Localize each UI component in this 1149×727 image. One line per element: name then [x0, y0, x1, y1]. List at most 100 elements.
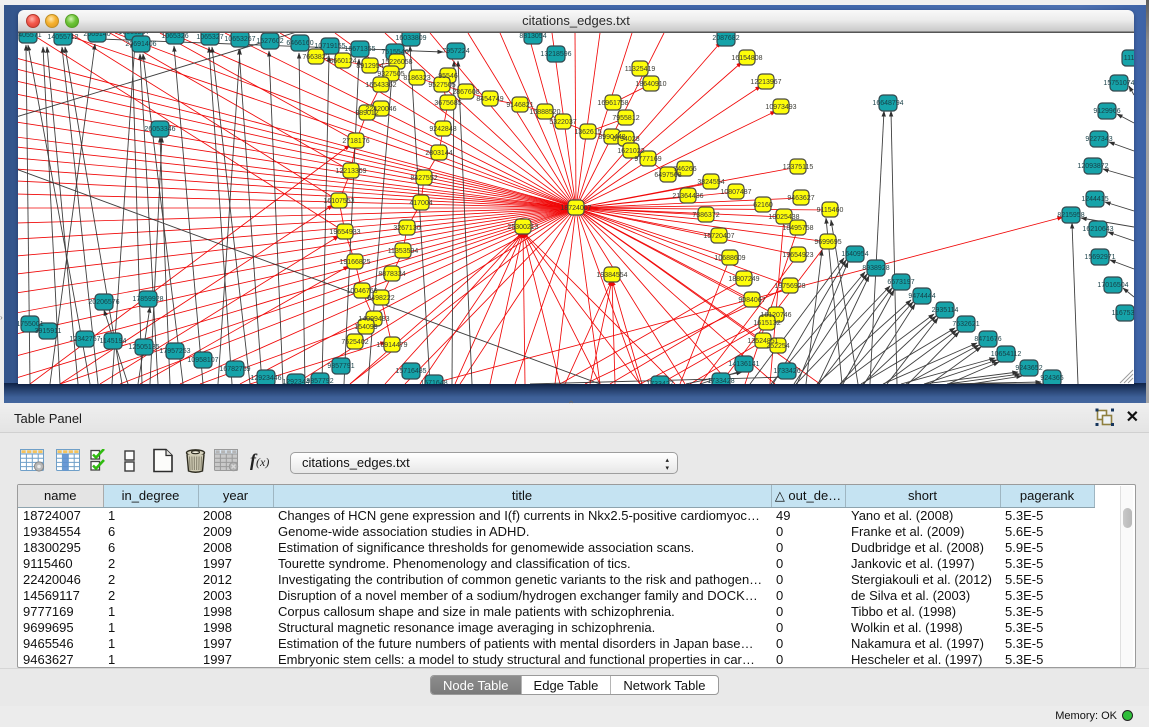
svg-text:8938928: 8938928 [862, 265, 889, 272]
svg-text:19756928: 19756928 [774, 283, 805, 290]
svg-text:154099: 154099 [354, 324, 377, 331]
svg-text:2718176: 2718176 [342, 138, 369, 145]
svg-text:9084067: 9084067 [738, 297, 765, 304]
svg-text:8813054: 8813054 [519, 33, 546, 40]
svg-text:15888520: 15888520 [529, 109, 560, 116]
svg-text:1167534: 1167534 [1112, 310, 1134, 317]
svg-text:10973493: 10973493 [765, 104, 796, 111]
svg-text:19384554: 19384554 [596, 272, 627, 279]
svg-text:18640910: 18640910 [635, 81, 666, 88]
svg-text:9227343: 9227343 [1085, 136, 1112, 143]
svg-text:16671355: 16671355 [344, 46, 375, 53]
svg-text:9242848: 9242848 [429, 126, 456, 133]
svg-text:10688609: 10688609 [714, 255, 745, 262]
svg-text:15226058: 15226058 [381, 59, 412, 66]
svg-text:25300213: 25300213 [507, 224, 538, 231]
svg-text:3267130: 3267130 [393, 225, 420, 232]
svg-text:7955812: 7955812 [612, 115, 639, 122]
svg-text:8878334: 8878334 [378, 271, 405, 278]
svg-text:14099483: 14099483 [358, 316, 389, 323]
svg-text:19166825: 19166825 [339, 259, 370, 266]
svg-text:62160: 62160 [753, 202, 773, 209]
svg-text:8471676: 8471676 [974, 336, 1001, 343]
svg-text:9857791: 9857791 [327, 363, 354, 370]
svg-text:7957224: 7957224 [442, 48, 469, 55]
svg-text:15692971: 15692971 [1084, 254, 1115, 261]
svg-text:1145194: 1145194 [100, 338, 127, 345]
svg-text:1733427: 1733427 [646, 381, 673, 384]
svg-text:10025438: 10025438 [768, 214, 799, 221]
svg-text:1615132: 1615132 [753, 320, 780, 327]
svg-text:18535267: 18535267 [118, 33, 149, 36]
svg-text:15751074: 15751074 [1103, 80, 1134, 87]
svg-text:(x): (x) [256, 455, 269, 469]
svg-text:9699695: 9699695 [814, 239, 841, 246]
svg-text:6497568: 6497568 [654, 172, 681, 179]
svg-text:15716485: 15716485 [395, 368, 426, 375]
svg-text:2867608: 2867608 [452, 89, 479, 96]
svg-text:3675685: 3675685 [434, 100, 461, 107]
svg-text:18495758: 18495758 [782, 225, 813, 232]
svg-text:16033809: 16033809 [395, 35, 426, 42]
svg-text:16648794: 16648794 [872, 100, 903, 107]
svg-text:1244415: 1244415 [1081, 196, 1108, 203]
svg-text:1640954: 1640954 [841, 251, 868, 258]
svg-text:9243652: 9243652 [1015, 365, 1042, 372]
svg-text:10807487: 10807487 [720, 189, 751, 196]
svg-text:12923446: 12923446 [250, 375, 281, 382]
svg-text:13218596: 13218596 [540, 51, 571, 58]
svg-text:6794028: 6794028 [612, 136, 639, 143]
svg-text:95546: 95546 [438, 73, 458, 80]
svg-text:8454749: 8454749 [476, 96, 503, 103]
svg-text:9527505: 9527505 [428, 82, 455, 89]
svg-text:12213369: 12213369 [335, 168, 366, 175]
svg-text:19654923: 19654923 [782, 252, 813, 259]
svg-text:26053346: 26053346 [144, 126, 175, 133]
svg-text:2803144: 2803144 [425, 150, 452, 157]
svg-text:8215958: 8215958 [1057, 212, 1084, 219]
svg-text:18807249: 18807249 [728, 276, 759, 283]
svg-text:7663822: 7663822 [302, 54, 329, 61]
svg-text:17859928: 17859928 [132, 296, 163, 303]
svg-text:17016504: 17016504 [1097, 282, 1128, 289]
svg-text:9146821: 9146821 [506, 102, 533, 109]
svg-text:6673197: 6673197 [887, 279, 914, 286]
svg-text:12342757: 12342757 [69, 336, 100, 343]
svg-text:16210643: 16210643 [1082, 226, 1113, 233]
svg-text:14055712: 14055712 [47, 34, 78, 41]
svg-text:7632621: 7632621 [952, 321, 979, 328]
svg-text:1405571: 1405571 [18, 33, 42, 39]
svg-text:16120746: 16120746 [760, 312, 791, 319]
svg-text:17957253: 17957253 [159, 348, 190, 355]
svg-text:16914479: 16914479 [376, 342, 407, 349]
svg-text:10719155: 10719155 [314, 43, 345, 50]
svg-text:1733428: 1733428 [707, 378, 734, 384]
svg-text:3915911: 3915911 [35, 328, 62, 335]
svg-text:2069140: 2069140 [83, 33, 110, 38]
svg-text:417004: 417004 [409, 200, 432, 207]
svg-text:8660124: 8660124 [329, 58, 356, 65]
svg-text:21364436: 21364436 [672, 193, 703, 200]
svg-text:9463627: 9463627 [787, 195, 814, 202]
svg-text:924365: 924365 [1040, 375, 1063, 382]
svg-text:10958107: 10958107 [187, 357, 218, 364]
svg-text:12375115: 12375115 [783, 164, 814, 171]
svg-text:1065327: 1065327 [196, 34, 223, 41]
svg-text:16961758: 16961758 [597, 100, 628, 107]
svg-text:15720407: 15720407 [703, 233, 734, 240]
svg-text:9129966: 9129966 [1093, 108, 1120, 115]
svg-text:9777169: 9777169 [634, 156, 661, 163]
svg-text:16782759: 16782759 [219, 366, 250, 373]
svg-text:10653267: 10653267 [224, 36, 255, 43]
svg-text:1117: 1117 [1124, 55, 1134, 62]
svg-text:10654112: 10654112 [991, 351, 1022, 358]
svg-text:19654933: 19654933 [329, 229, 360, 236]
svg-text:1065326: 1065326 [161, 33, 188, 40]
svg-text:20206576: 20206576 [88, 299, 119, 306]
svg-text:14136141: 14136141 [728, 361, 759, 368]
svg-text:1733426: 1733426 [773, 368, 800, 375]
svg-text:9115460: 9115460 [817, 207, 844, 214]
svg-text:3824554: 3824554 [697, 179, 724, 186]
svg-text:252254: 252254 [766, 343, 789, 350]
svg-text:20691406: 20691406 [125, 41, 156, 48]
